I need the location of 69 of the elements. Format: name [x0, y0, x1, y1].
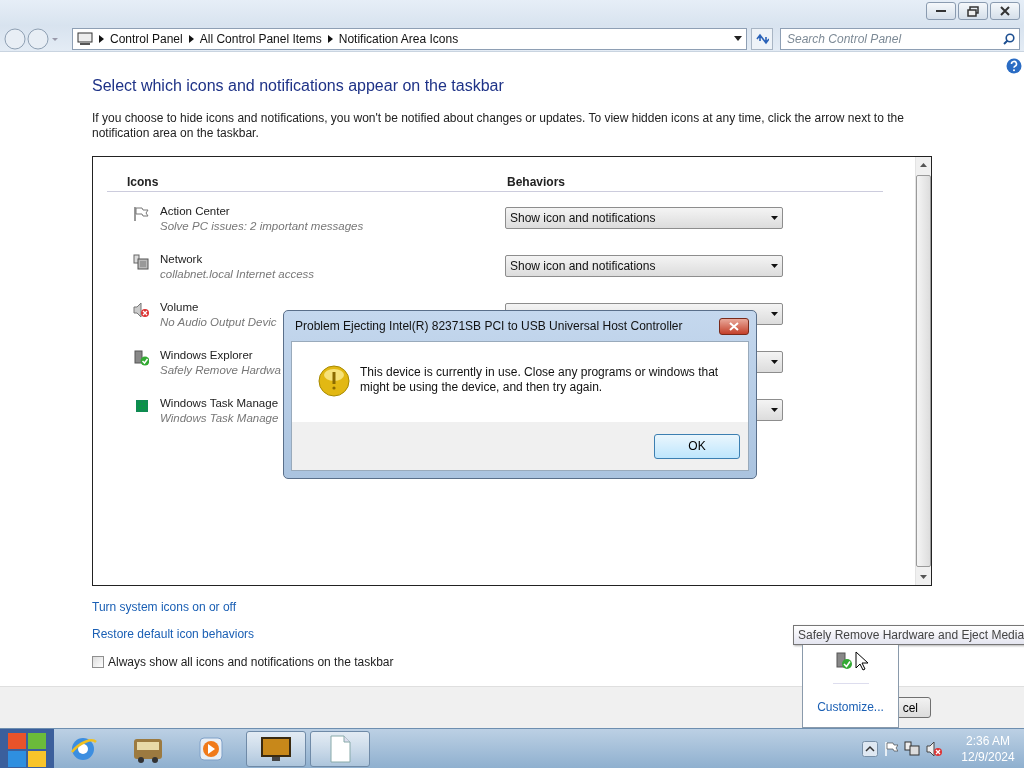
clock-date: 12/9/2024 [961, 748, 1015, 765]
icon-name: Network [160, 252, 203, 267]
show-hidden-icons-button[interactable] [862, 740, 878, 757]
chevron-icon [188, 34, 194, 43]
customize-link[interactable]: Customize... [817, 700, 884, 714]
scroll-up-icon [920, 163, 927, 167]
network-icon[interactable] [904, 740, 920, 757]
breadcrumb[interactable]: Control Panel [110, 31, 183, 46]
computer-icon [77, 31, 93, 46]
chevron-icon [99, 34, 104, 43]
taskbar-button[interactable] [246, 730, 306, 767]
dialog-title: Problem Ejecting Intel(R) 82371SB PCI to USB Universal Host Controller [295, 319, 683, 333]
flag-icon [133, 206, 149, 222]
search-icon [1003, 32, 1015, 45]
refresh-icon [755, 32, 769, 45]
ok-button[interactable]: OK [654, 433, 740, 459]
checkbox[interactable] [92, 656, 104, 668]
column-header: Icons [127, 175, 160, 189]
restore-icon [966, 5, 980, 17]
link[interactable]: Restore default icon behaviors [92, 627, 255, 642]
dropdown-arrow-icon [771, 216, 778, 220]
breadcrumb[interactable]: All Control Panel Items [199, 31, 322, 46]
icon-detail: No Audio Output Devic [160, 315, 277, 330]
behavior-dropdown[interactable]: Show icon and notifications [505, 207, 783, 229]
dropdown-arrow-icon [771, 312, 778, 316]
checkbox-label: Always show all icons and notifications on the taskbar [108, 655, 394, 669]
icon-name: Volume [160, 300, 199, 315]
start-orb-icon[interactable] [0, 728, 54, 768]
dropdown-arrow-icon [771, 360, 778, 364]
chevron-icon [327, 34, 333, 43]
description-text: If you choose to hide icons and notifications, you won't be notified about changes or updates. To view hidden icons at any time, click the arrow next to the notification area on the taskbar. [92, 111, 905, 141]
mouse-pointer-icon [854, 651, 869, 671]
clock-time: 2:36 AM [966, 732, 1010, 749]
column-header: Behaviors [507, 175, 566, 189]
eject-tooltip: Safely Remove Hardware and Eject Media [793, 625, 1024, 645]
speaker-icon[interactable] [926, 740, 942, 757]
usb-drive-icon [133, 350, 149, 366]
close-button[interactable] [990, 2, 1020, 20]
dropdown-arrow-icon [771, 408, 778, 412]
warning-icon [318, 365, 350, 397]
search-field[interactable]: Search Control Panel [780, 27, 1020, 50]
icon-detail: collabnet.local Internet access [160, 267, 315, 282]
minimize-icon [936, 10, 946, 12]
help-icon[interactable] [1006, 58, 1022, 74]
minimize-button[interactable] [926, 2, 956, 20]
scroll-down-icon [920, 575, 927, 579]
dropdown-arrow-icon[interactable] [734, 36, 743, 41]
close-icon [998, 5, 1012, 17]
flag-icon[interactable] [884, 741, 898, 756]
close-button[interactable] [719, 317, 749, 335]
close-icon [729, 321, 739, 331]
refresh-button[interactable] [751, 27, 773, 50]
restore-button[interactable] [958, 2, 988, 20]
address-bar[interactable]: Control Panel All Control Panel Items Notification Area Icons [72, 27, 748, 50]
icon-name: Action Center [160, 204, 230, 219]
icon-detail: Safely Remove Hardwa [160, 363, 281, 378]
grid-icon [133, 398, 149, 414]
icon-name: Windows Task Manage [160, 396, 279, 411]
dropdown-arrow-icon [771, 264, 778, 268]
icon-name: Windows Explorer [160, 348, 253, 363]
link[interactable]: Turn system icons on or off [92, 600, 237, 615]
behavior-dropdown[interactable]: Show icon and notifications [505, 255, 783, 277]
icon-detail: Solve PC issues: 2 important messages [160, 219, 364, 234]
icon-detail: Windows Task Manage [160, 411, 279, 426]
page-heading: Select which icons and notifications appear on the taskbar [92, 77, 505, 96]
breadcrumb[interactable]: Notification Area Icons [338, 31, 459, 46]
dialog-message: This device is currently in use. Close any programs or windows that might be using the device, and then try again. [360, 365, 720, 395]
network-icon [133, 254, 149, 270]
speaker-icon [133, 302, 149, 318]
